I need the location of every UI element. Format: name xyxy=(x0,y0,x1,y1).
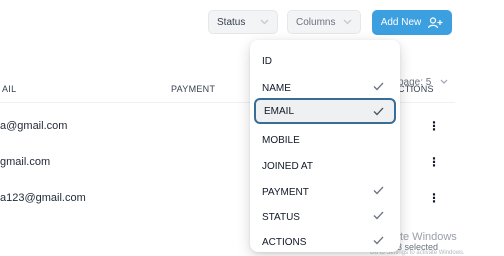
column-option-id[interactable]: ID xyxy=(254,49,396,73)
column-option-label: PAYMENT xyxy=(262,186,309,198)
table-row-email: gmail.com xyxy=(0,156,51,168)
column-option-label: ACTIONS xyxy=(262,236,307,248)
add-new-button[interactable]: Add New xyxy=(372,10,452,35)
column-option-actions[interactable]: ACTIONS xyxy=(254,230,396,254)
column-option-label: MOBILE xyxy=(262,134,300,146)
column-option-label: STATUS xyxy=(262,211,300,223)
column-header-actions: CTIONS xyxy=(398,84,434,94)
column-option-label: EMAIL xyxy=(264,105,295,117)
add-user-icon xyxy=(428,16,443,28)
check-icon xyxy=(373,107,384,116)
column-option-label: NAME xyxy=(262,82,291,94)
column-header-email[interactable]: AIL xyxy=(2,84,16,94)
column-option-name[interactable]: NAME xyxy=(254,76,396,100)
chevron-down-icon xyxy=(343,19,352,25)
columns-dropdown-menu: ID NAME EMAIL MOBILE JOINED AT PAYMENT S… xyxy=(250,40,400,252)
add-new-label: Add New xyxy=(380,17,422,28)
chevron-down-icon xyxy=(440,79,448,84)
status-filter-label: Status xyxy=(217,16,246,28)
table-row-email: a@gmail.com xyxy=(0,120,68,132)
kebab-menu-icon[interactable]: ⋮ xyxy=(428,119,440,133)
column-option-joined-at[interactable]: JOINED AT xyxy=(254,154,396,178)
column-header-payment[interactable]: PAYMENT xyxy=(171,84,215,94)
column-option-email[interactable]: EMAIL xyxy=(254,98,396,124)
kebab-menu-icon[interactable]: ⋮ xyxy=(428,155,440,169)
kebab-menu-icon[interactable]: ⋮ xyxy=(428,191,440,205)
check-icon xyxy=(373,186,384,195)
table-row-email: a123@gmail.com xyxy=(0,192,86,204)
column-option-status[interactable]: STATUS xyxy=(254,205,396,229)
columns-select-label: Columns xyxy=(296,16,336,28)
check-icon xyxy=(373,211,384,220)
column-option-label: ID xyxy=(262,55,272,67)
column-option-payment[interactable]: PAYMENT xyxy=(254,180,396,204)
column-option-mobile[interactable]: MOBILE xyxy=(254,128,396,152)
check-icon xyxy=(373,236,384,245)
status-filter-select[interactable]: Status xyxy=(208,10,278,34)
chevron-down-icon xyxy=(260,19,269,25)
check-icon xyxy=(373,82,384,91)
column-option-label: JOINED AT xyxy=(262,160,313,172)
columns-select[interactable]: Columns xyxy=(287,10,361,34)
